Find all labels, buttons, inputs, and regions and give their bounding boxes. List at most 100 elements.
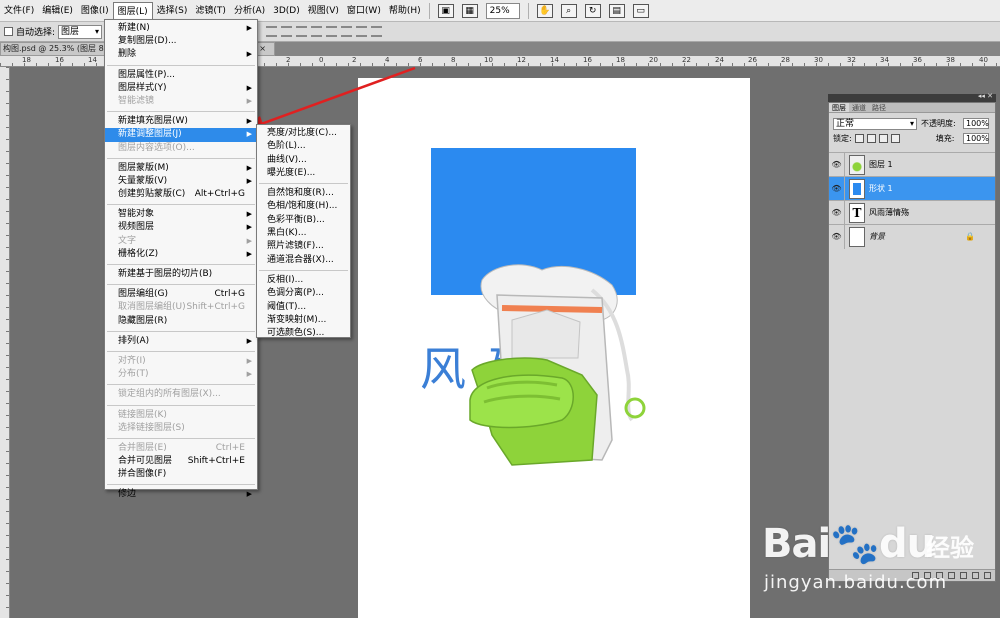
menu-item[interactable]: 复制图层(D)... bbox=[105, 35, 257, 48]
menu-3d[interactable]: 3D(D) bbox=[269, 2, 304, 20]
close-tab-icon[interactable]: × bbox=[259, 43, 266, 55]
ruler-number: 14 bbox=[88, 56, 97, 64]
visibility-eye-icon[interactable]: 👁 bbox=[829, 224, 845, 249]
menu-item[interactable]: 矢量蒙版(V) ▶ bbox=[105, 175, 257, 188]
distribute-icon[interactable] bbox=[356, 26, 368, 37]
menu-analysis[interactable]: 分析(A) bbox=[230, 2, 269, 20]
bridge-icon[interactable]: ▣ bbox=[437, 3, 454, 18]
menu-item[interactable]: 栅格化(Z) ▶ bbox=[105, 248, 257, 261]
new-adjustment-layer-submenu: 亮度/对比度(C)... 色阶(L)... 曲线(V)... 曝光度(E)... 自然饱… bbox=[256, 124, 351, 338]
menu-item[interactable]: 创建剪贴蒙版(C) Alt+Ctrl+G bbox=[105, 188, 257, 201]
menu-item-label: 图层编组(G) bbox=[118, 289, 168, 300]
auto-select-dropdown[interactable]: 图层 bbox=[58, 24, 103, 39]
menu-item[interactable]: 反相(I)... bbox=[257, 274, 350, 287]
menu-item[interactable]: 色相/饱和度(H)... bbox=[257, 200, 350, 213]
menu-item[interactable]: 图层编组(G) Ctrl+G bbox=[105, 288, 257, 301]
distribute-horizontal-icon[interactable] bbox=[371, 26, 383, 37]
menu-item[interactable]: 照片滤镜(F)... bbox=[257, 240, 350, 253]
menu-item[interactable]: 阈值(T)... bbox=[257, 301, 350, 314]
menu-edit[interactable]: 编辑(E) bbox=[38, 2, 77, 20]
align-right-icon[interactable] bbox=[341, 26, 353, 37]
menu-item[interactable]: 排列(A) ▶ bbox=[105, 335, 257, 348]
menu-item[interactable]: 新建填充图层(W) ▶ bbox=[105, 115, 257, 128]
menu-item-label: 自然饱和度(R)... bbox=[267, 188, 334, 199]
menu-image[interactable]: 图像(I) bbox=[77, 2, 113, 20]
align-top-icon[interactable] bbox=[266, 26, 278, 37]
zoom-tool-icon[interactable]: ⌕ bbox=[560, 3, 577, 18]
menu-item[interactable]: 合并可见图层 Shift+Ctrl+E bbox=[105, 455, 257, 468]
screen-mode-icon[interactable]: ▭ bbox=[632, 3, 649, 18]
menu-item[interactable]: 色调分离(P)... bbox=[257, 287, 350, 300]
layer-menu-dropdown: 新建(N) ▶ 复制图层(D)... 删除 ▶ 图层属性(P)... 图层样式(Y) ▶ 智能滤… bbox=[104, 19, 258, 499]
menu-item[interactable]: 通道混合器(X)... bbox=[257, 254, 350, 267]
arrange-documents-icon[interactable]: ▤ bbox=[608, 3, 625, 18]
auto-select-checkbox[interactable] bbox=[4, 27, 13, 36]
align-center-icon[interactable] bbox=[326, 26, 338, 37]
zoom-level-select[interactable]: 25% bbox=[485, 2, 520, 19]
submenu-arrow-icon: ▶ bbox=[246, 210, 252, 219]
menu-item-label: 曲线(V)... bbox=[267, 154, 307, 165]
align-middle-icon[interactable] bbox=[281, 26, 293, 37]
vertical-ruler[interactable] bbox=[0, 67, 10, 618]
menu-item-label: 通道混合器(X)... bbox=[267, 254, 334, 265]
menu-item-label: 矢量蒙版(V) bbox=[118, 175, 168, 186]
menu-item[interactable]: 图层属性(P)... bbox=[105, 69, 257, 82]
menu-item-label: 对齐(I) bbox=[118, 355, 146, 366]
menu-item[interactable]: 隐藏图层(R) bbox=[105, 315, 257, 328]
menu-item[interactable]: 图层样式(Y) ▶ bbox=[105, 82, 257, 95]
menu-item[interactable]: 曲线(V)... bbox=[257, 154, 350, 167]
layer-row[interactable]: 👁 形状 1 bbox=[829, 176, 995, 201]
menu-item[interactable]: 自然饱和度(R)... bbox=[257, 187, 350, 200]
menu-item[interactable]: 新建基于图层的切片(B) bbox=[105, 268, 257, 281]
menu-window[interactable]: 窗口(W) bbox=[343, 2, 385, 20]
fill-label: 填充: bbox=[935, 134, 955, 143]
fill-input[interactable]: 100% bbox=[963, 133, 989, 144]
menu-item[interactable]: 新建调整图层(J) ▶ bbox=[105, 128, 257, 142]
menu-item[interactable]: 色阶(L)... bbox=[257, 140, 350, 153]
lock-position-icon[interactable] bbox=[878, 134, 888, 143]
panel-title-bar[interactable]: ◂◂ ✕ bbox=[828, 92, 996, 102]
menu-filter[interactable]: 滤镜(T) bbox=[191, 2, 230, 20]
tab-layers[interactable]: 图层 bbox=[829, 103, 849, 112]
rotate-view-icon[interactable]: ↻ bbox=[584, 3, 601, 18]
menu-item[interactable]: 渐变映射(M)... bbox=[257, 314, 350, 327]
menu-select[interactable]: 选择(S) bbox=[153, 2, 192, 20]
menu-item[interactable]: 智能对象 ▶ bbox=[105, 208, 257, 221]
menu-item[interactable]: 删除 ▶ bbox=[105, 48, 257, 61]
lock-all-icon[interactable] bbox=[890, 134, 900, 143]
tab-channels[interactable]: 通道 bbox=[849, 103, 869, 112]
blend-mode-select[interactable]: 正常 bbox=[833, 117, 917, 130]
menu-item[interactable]: 新建(N) ▶ bbox=[105, 22, 257, 35]
menu-item[interactable]: 视频图层 ▶ bbox=[105, 221, 257, 234]
opacity-input[interactable]: 100% bbox=[963, 118, 989, 129]
menu-item[interactable]: 拼合图像(F) bbox=[105, 468, 257, 481]
tab-paths[interactable]: 路径 bbox=[869, 103, 889, 112]
lock-image-icon[interactable] bbox=[866, 134, 876, 143]
menu-item[interactable]: 图层蒙版(M) ▶ bbox=[105, 162, 257, 175]
menu-item[interactable]: 色彩平衡(B)... bbox=[257, 214, 350, 227]
menu-item[interactable]: 亮度/对比度(C)... bbox=[257, 127, 350, 140]
submenu-arrow-icon: ▶ bbox=[246, 96, 252, 105]
visibility-eye-icon[interactable]: 👁 bbox=[829, 176, 845, 201]
menu-item[interactable]: 曝光度(E)... bbox=[257, 167, 350, 180]
panel-collapse-icon[interactable]: ◂◂ ✕ bbox=[978, 92, 993, 100]
menu-file[interactable]: 文件(F) bbox=[0, 2, 38, 20]
menu-item[interactable]: 修边 ▶ bbox=[105, 488, 257, 501]
view-extras-icon[interactable]: ▦ bbox=[461, 3, 478, 18]
submenu-arrow-icon: ▶ bbox=[246, 236, 252, 245]
visibility-eye-icon[interactable]: 👁 bbox=[829, 152, 845, 177]
menu-help[interactable]: 帮助(H) bbox=[385, 2, 425, 20]
hand-tool-icon[interactable]: ✋ bbox=[536, 3, 553, 18]
layer-row[interactable]: 👁 背景 🔒 bbox=[829, 224, 995, 249]
layers-panel: 图层 通道 路径 正常 不透明度: 100% 锁定: 填充: 100% 👁 图层 … bbox=[828, 102, 996, 582]
layer-row[interactable]: 👁 T 风雨薄情殇 bbox=[829, 200, 995, 225]
lock-transparent-icon[interactable] bbox=[854, 134, 864, 143]
layer-row[interactable]: 👁 图层 1 bbox=[829, 152, 995, 177]
baidu-watermark: Bai🐾du 经验 jingyan.baidu.com bbox=[762, 520, 992, 600]
menu-item[interactable]: 黑白(K)... bbox=[257, 227, 350, 240]
align-bottom-icon[interactable] bbox=[296, 26, 308, 37]
align-left-icon[interactable] bbox=[311, 26, 323, 37]
menu-view[interactable]: 视图(V) bbox=[304, 2, 343, 20]
menu-item[interactable]: 可选颜色(S)... bbox=[257, 327, 350, 340]
visibility-eye-icon[interactable]: 👁 bbox=[829, 200, 845, 225]
